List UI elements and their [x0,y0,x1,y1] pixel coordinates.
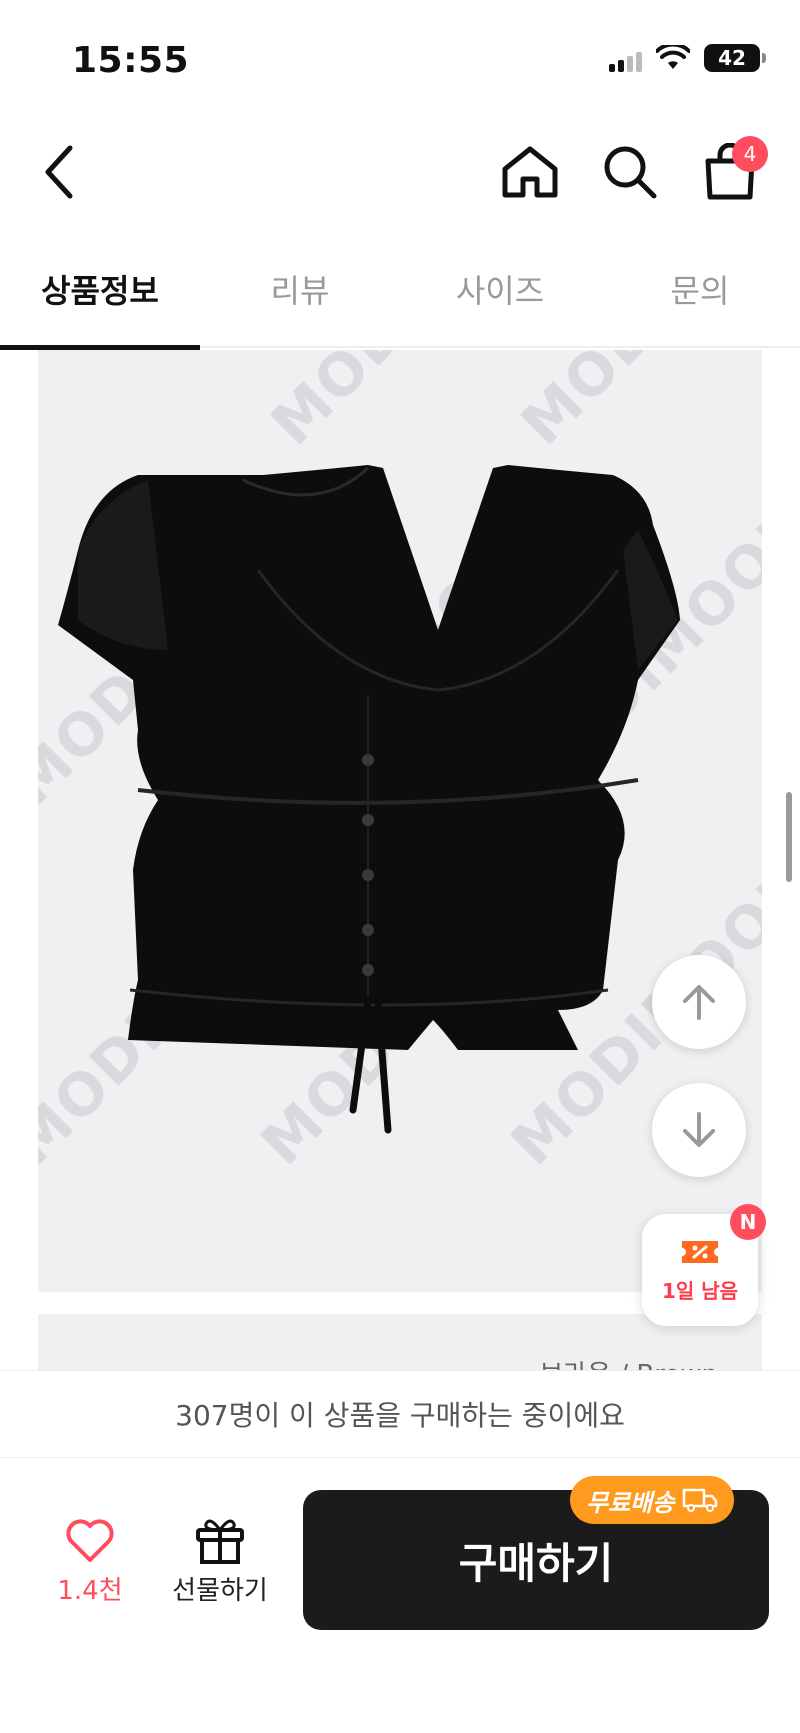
buyers-count-banner: 307명이 이 상품을 구매하는 중이에요 [0,1370,800,1458]
gift-label: 선물하기 [172,1576,268,1606]
coupon-icon [682,1240,718,1263]
free-shipping-badge: 무료배송 [570,1476,735,1524]
status-time: 15:55 [72,40,190,81]
chevron-left-icon [45,145,73,199]
cart-count-badge: 4 [732,136,768,172]
scrollbar[interactable] [786,792,792,882]
heart-icon [66,1519,114,1562]
scroll-down-button[interactable] [652,1083,746,1177]
free-shipping-label: 무료배송 [586,1488,675,1517]
gift-button[interactable]: 선물하기 [160,1516,280,1626]
battery-level: 42 [718,46,746,70]
back-button[interactable] [20,132,100,212]
like-button[interactable]: 1.4천 [40,1518,140,1628]
tab-inquiry[interactable]: 문의 [600,230,800,348]
tab-reviews[interactable]: 리뷰 [200,230,400,348]
like-count: 1.4천 [57,1576,123,1606]
cart-button[interactable]: 4 [690,132,770,212]
coupon-remaining-text: 1일 남음 [661,1278,739,1303]
status-icons: 42 [609,44,766,72]
status-bar: 15:55 42 [0,0,800,110]
search-icon [604,146,657,199]
home-icon [502,146,558,198]
tab-product-info[interactable]: 상품정보 [0,230,200,350]
signal-icon [609,44,642,72]
app-header: 4 [0,110,800,230]
arrow-up-icon [683,985,715,1020]
arrow-down-icon [683,1112,715,1147]
bottom-action-bar: 1.4천 선물하기 구매하기 무료배송 [0,1458,800,1733]
home-button[interactable] [490,132,570,212]
search-button[interactable] [590,132,670,212]
battery-icon: 42 [704,44,766,72]
color-label: 브라운 / Brown [539,1354,718,1370]
scroll-up-button[interactable] [652,955,746,1049]
truck-icon [683,1488,718,1512]
new-badge: N [730,1204,766,1240]
product-image-frame: MODIMOOD MODIMOOD MODIMOOD MODIMOOD MODI… [38,350,762,1292]
gift-icon [196,1519,244,1564]
product-photo [58,465,680,1134]
coupon-button[interactable]: 1일 남음 N [642,1204,766,1326]
wifi-icon [656,45,690,69]
tab-size[interactable]: 사이즈 [400,230,600,348]
product-tabs: 상품정보 리뷰 사이즈 문의 [0,230,800,350]
